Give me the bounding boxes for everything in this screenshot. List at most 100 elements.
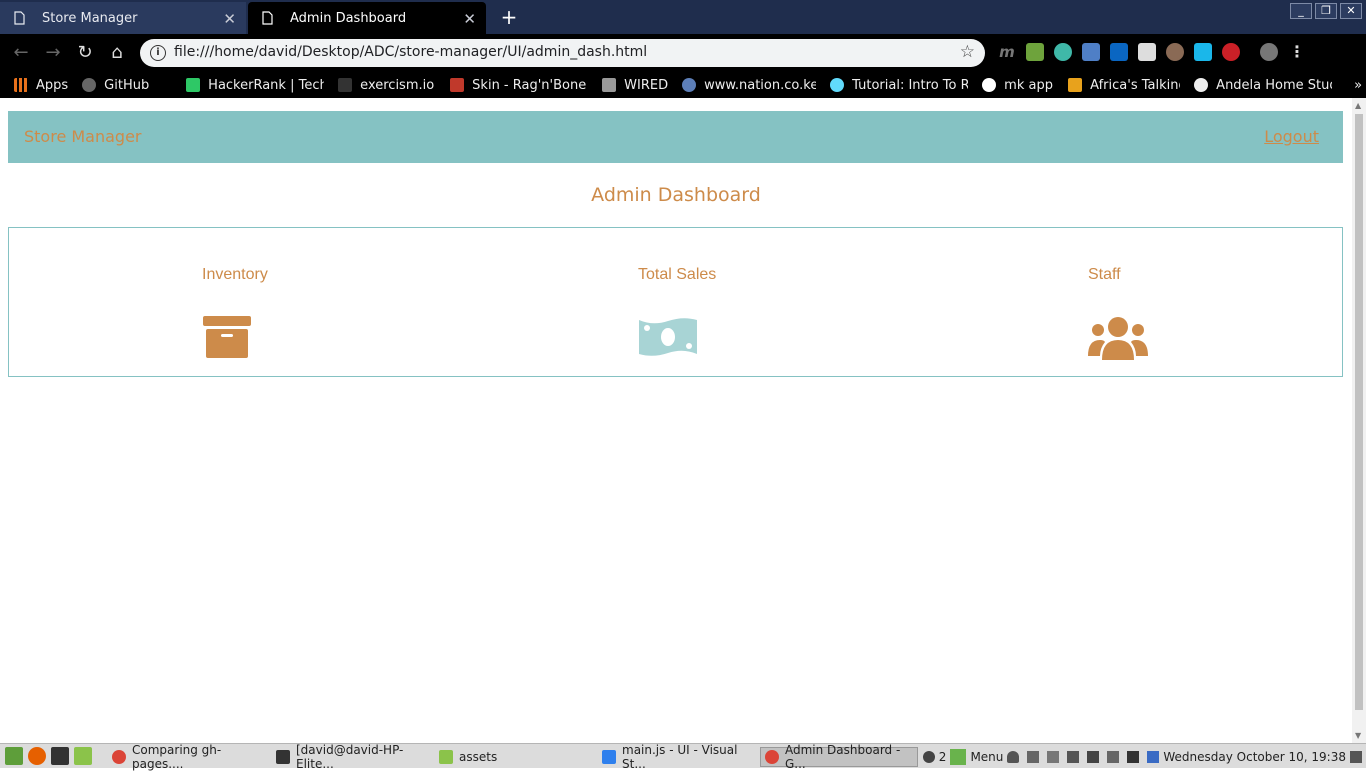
task-terminal[interactable]: [david@david-HP-Elite... xyxy=(272,743,430,771)
extension-window-icon[interactable] xyxy=(1082,43,1100,61)
bookmark-exercism[interactable]: exercism.io xyxy=(338,78,436,93)
profile-avatar[interactable] xyxy=(1260,43,1278,61)
network-icon[interactable] xyxy=(1047,751,1060,763)
browser-tab-strip: Store Manager ✕ Admin Dashboard ✕ + _ ❐ … xyxy=(0,0,1366,34)
linkedin-icon[interactable] xyxy=(1110,43,1128,61)
terminal-icon xyxy=(276,750,290,764)
battery-icon[interactable] xyxy=(1107,751,1120,763)
volume-icon[interactable] xyxy=(1087,751,1100,763)
scroll-up-icon[interactable]: ▲ xyxy=(1355,101,1361,110)
menu-label[interactable]: Menu xyxy=(970,750,1003,764)
page-scrollbar[interactable]: ▲ ▼ xyxy=(1352,98,1366,743)
bookmark-hackerrank[interactable]: HackerRank | Tech xyxy=(186,78,324,93)
info-icon[interactable]: i xyxy=(150,45,166,61)
show-desktop-icon[interactable] xyxy=(5,747,23,765)
back-button[interactable]: ← xyxy=(10,42,32,64)
forward-button[interactable]: → xyxy=(42,42,64,64)
archive-box-icon[interactable] xyxy=(203,316,251,362)
task-assets[interactable]: assets xyxy=(435,747,593,767)
terminal-icon[interactable] xyxy=(51,747,69,765)
staff-card[interactable]: Staff xyxy=(1088,266,1148,360)
home-button[interactable]: ⌂ xyxy=(106,42,128,64)
extension-teal-icon[interactable] xyxy=(1054,43,1072,61)
bookmark-nation[interactable]: www.nation.co.ke xyxy=(682,78,816,93)
address-bar[interactable]: i file:///home/david/Desktop/ADC/store-m… xyxy=(140,39,985,67)
wifi-icon[interactable] xyxy=(1067,751,1080,763)
update-shield-icon[interactable] xyxy=(1147,751,1160,763)
task-comparing[interactable]: Comparing gh-pages.... xyxy=(108,743,266,771)
os-taskbar: Comparing gh-pages.... [david@david-HP-E… xyxy=(0,743,1366,771)
tab-admin-dashboard[interactable]: Admin Dashboard ✕ xyxy=(248,2,486,34)
exercism-icon xyxy=(338,78,353,92)
bookmarks-overflow-button[interactable]: » xyxy=(1354,78,1362,93)
chrome-icon xyxy=(112,750,126,764)
task-vscode[interactable]: main.js - UI - Visual St... xyxy=(598,743,756,771)
task-admin-dashboard[interactable]: Admin Dashboard - G... xyxy=(760,743,918,771)
extension-mail-icon[interactable] xyxy=(1138,43,1156,61)
tab-store-manager[interactable]: Store Manager ✕ xyxy=(0,2,246,34)
restore-button[interactable]: ❐ xyxy=(1315,3,1337,19)
minimize-button[interactable]: _ xyxy=(1290,3,1312,19)
inventory-card[interactable]: Inventory xyxy=(202,266,268,358)
alert-icon[interactable] xyxy=(922,751,935,763)
system-tray: 2 Menu Wednesday October 10, 19:38 xyxy=(919,747,1366,767)
page-icon xyxy=(260,10,274,26)
extension-brown-icon[interactable] xyxy=(1166,43,1184,61)
folder-icon xyxy=(439,750,453,764)
new-tab-button[interactable]: + xyxy=(497,6,521,28)
bookmark-andela[interactable]: Andela Home Stud xyxy=(1194,78,1332,93)
user-icon[interactable] xyxy=(1007,751,1020,763)
bookmark-mk-app[interactable]: mk app xyxy=(982,78,1054,93)
vscode-icon xyxy=(602,750,616,764)
close-tab-icon[interactable]: ✕ xyxy=(223,10,236,28)
total-sales-card[interactable]: Total Sales xyxy=(638,266,717,356)
bookmark-africas-talking[interactable]: Africa's Talking xyxy=(1068,78,1180,93)
bookmark-skin[interactable]: Skin - Rag'n'Bone M xyxy=(450,78,588,93)
vimeo-icon[interactable] xyxy=(1194,43,1212,61)
scroll-down-icon[interactable]: ▼ xyxy=(1355,731,1361,740)
skin-icon xyxy=(450,78,465,92)
site-brand[interactable]: Store Manager xyxy=(24,127,142,146)
menu-dots-icon[interactable]: ⋮ xyxy=(1288,43,1306,61)
google-icon xyxy=(982,78,997,92)
mint-menu-icon[interactable] xyxy=(950,749,967,765)
wired-icon xyxy=(602,78,617,92)
close-tab-icon[interactable]: ✕ xyxy=(463,10,476,28)
apps-grid-icon xyxy=(14,78,28,92)
dashboard-panel: Inventory Total Sales Staff xyxy=(8,227,1343,377)
hackerrank-icon xyxy=(186,78,201,92)
extension-m-icon[interactable]: m xyxy=(998,43,1016,61)
bookmark-github[interactable]: GitHub xyxy=(82,78,172,93)
tab-title: Store Manager xyxy=(42,10,138,26)
site-navbar: Store Manager Logout xyxy=(8,111,1343,163)
users-icon[interactable] xyxy=(1088,316,1148,364)
inventory-label: Inventory xyxy=(202,266,268,283)
page-title: Admin Dashboard xyxy=(591,184,761,206)
total-sales-label: Total Sales xyxy=(638,266,717,283)
scrollbar-thumb[interactable] xyxy=(1355,114,1363,710)
bookmarks-bar: Apps GitHub HackerRank | Tech exercism.i… xyxy=(0,72,1366,98)
firefox-icon[interactable] xyxy=(28,747,46,765)
react-icon xyxy=(830,78,845,92)
clock[interactable]: Wednesday October 10, 19:38 xyxy=(1163,750,1346,764)
globe-icon xyxy=(682,78,697,92)
close-window-button[interactable]: ✕ xyxy=(1340,3,1362,19)
notifications-icon[interactable] xyxy=(1350,751,1362,763)
settings-icon[interactable] xyxy=(1127,751,1140,763)
url-text[interactable]: file:///home/david/Desktop/ADC/store-man… xyxy=(174,44,647,60)
logout-link[interactable]: Logout xyxy=(1264,127,1319,146)
andela-icon xyxy=(1194,78,1209,92)
bookmark-star-icon[interactable]: ☆ xyxy=(960,42,975,62)
pinterest-icon[interactable] xyxy=(1222,43,1240,61)
shield-icon[interactable] xyxy=(1027,751,1040,763)
tab-title: Admin Dashboard xyxy=(290,10,407,26)
extension-download-icon[interactable] xyxy=(1026,43,1044,61)
files-icon[interactable] xyxy=(74,747,92,765)
extension-icons: m ⋮ xyxy=(998,43,1306,61)
bookmark-wired[interactable]: WIRED xyxy=(602,78,668,93)
bookmark-apps[interactable]: Apps xyxy=(14,78,68,93)
bookmark-tutorial[interactable]: Tutorial: Intro To Re xyxy=(830,78,968,93)
money-bill-icon[interactable] xyxy=(638,316,698,362)
page-icon xyxy=(12,10,26,26)
reload-button[interactable]: ↻ xyxy=(74,42,96,64)
